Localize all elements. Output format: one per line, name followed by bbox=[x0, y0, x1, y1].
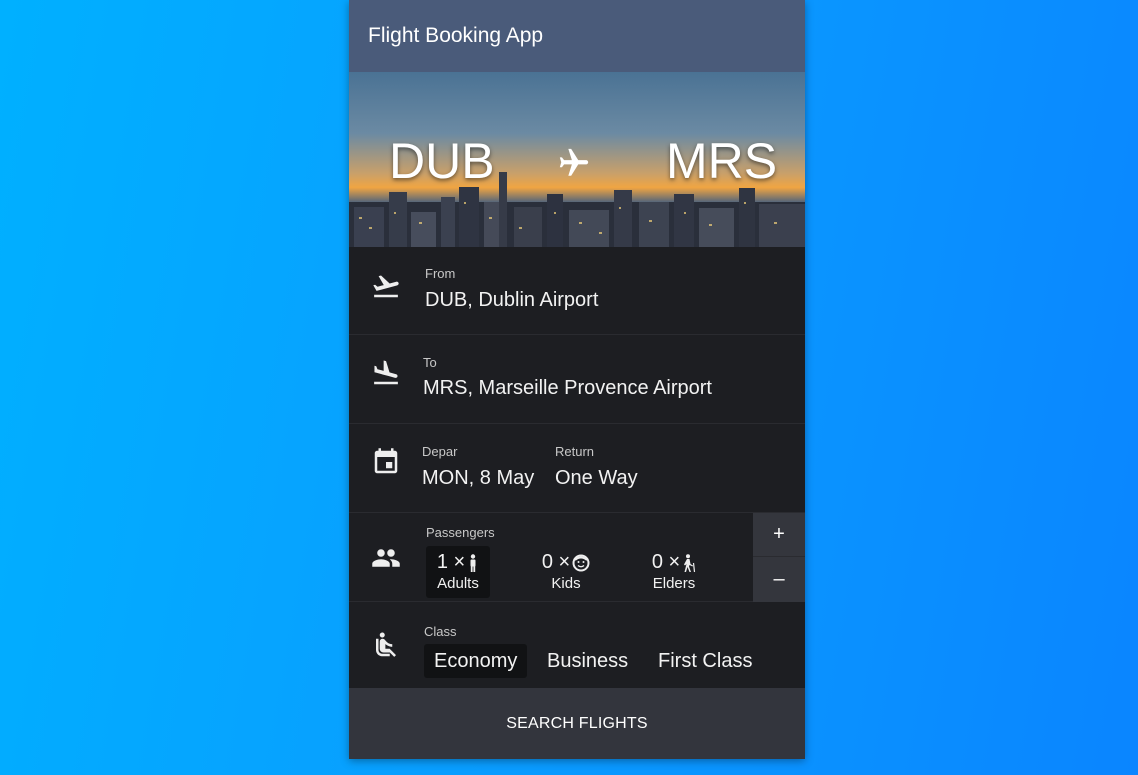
depart-label: Depar bbox=[422, 444, 458, 459]
to-field[interactable]: To MRS, Marseille Provence Airport bbox=[349, 335, 805, 424]
origin-code: DUB bbox=[389, 133, 495, 189]
passengers-field: Passengers 1 × Adults 0 × Kids 0 × Elder… bbox=[349, 513, 805, 602]
seat-icon bbox=[376, 632, 396, 657]
class-option-first[interactable]: First Class bbox=[648, 644, 762, 678]
adults-label: Adults bbox=[437, 575, 479, 592]
from-label: From bbox=[425, 266, 456, 281]
elders-label: Elders bbox=[652, 575, 696, 592]
elder-icon bbox=[684, 553, 696, 572]
from-value: DUB, Dublin Airport bbox=[425, 289, 599, 311]
passenger-type-adults[interactable]: 1 × Adults bbox=[426, 546, 490, 598]
increment-button[interactable]: + bbox=[753, 513, 805, 557]
from-field[interactable]: From DUB, Dublin Airport bbox=[349, 247, 805, 335]
booking-app: Flight Booking App DUB MRS From DUB, Dub… bbox=[349, 0, 805, 759]
kids-count: 0 × bbox=[541, 551, 571, 573]
class-field: Class Economy Business First Class bbox=[349, 602, 805, 690]
class-option-economy[interactable]: Economy bbox=[424, 644, 528, 678]
destination-code: MRS bbox=[666, 133, 778, 189]
passenger-type-kids[interactable]: 0 × Kids bbox=[534, 546, 598, 598]
calendar-icon bbox=[374, 448, 398, 474]
passenger-type-elders[interactable]: 0 × Elders bbox=[642, 546, 706, 598]
to-value: MRS, Marseille Provence Airport bbox=[423, 377, 712, 399]
people-icon bbox=[372, 549, 400, 567]
to-label: To bbox=[423, 355, 437, 370]
kid-icon bbox=[572, 554, 590, 571]
search-flights-button[interactable]: SEARCH FLIGHTS bbox=[349, 688, 805, 759]
return-label: Return bbox=[555, 444, 595, 459]
kids-label: Kids bbox=[551, 575, 581, 592]
flight-takeoff-icon bbox=[373, 275, 399, 298]
depart-value[interactable]: MON, 8 May bbox=[422, 467, 534, 490]
dates-field[interactable]: Depar MON, 8 May Return One Way bbox=[349, 424, 805, 513]
app-title: Flight Booking App bbox=[368, 24, 544, 47]
class-label: Class bbox=[424, 624, 457, 639]
elders-count: 0 × bbox=[651, 551, 681, 573]
decrement-button[interactable]: – bbox=[753, 557, 805, 601]
return-value[interactable]: One Way bbox=[555, 467, 638, 490]
passengers-label: Passengers bbox=[426, 525, 495, 540]
adults-count: 1 × bbox=[436, 551, 466, 573]
app-bar: Flight Booking App bbox=[349, 0, 805, 72]
flight-land-icon bbox=[374, 360, 398, 385]
passenger-stepper: + – bbox=[753, 513, 805, 602]
class-option-business[interactable]: Business bbox=[537, 644, 638, 678]
adult-icon bbox=[470, 553, 476, 572]
route-banner: DUB MRS bbox=[349, 72, 805, 247]
airplane-icon bbox=[559, 148, 589, 176]
